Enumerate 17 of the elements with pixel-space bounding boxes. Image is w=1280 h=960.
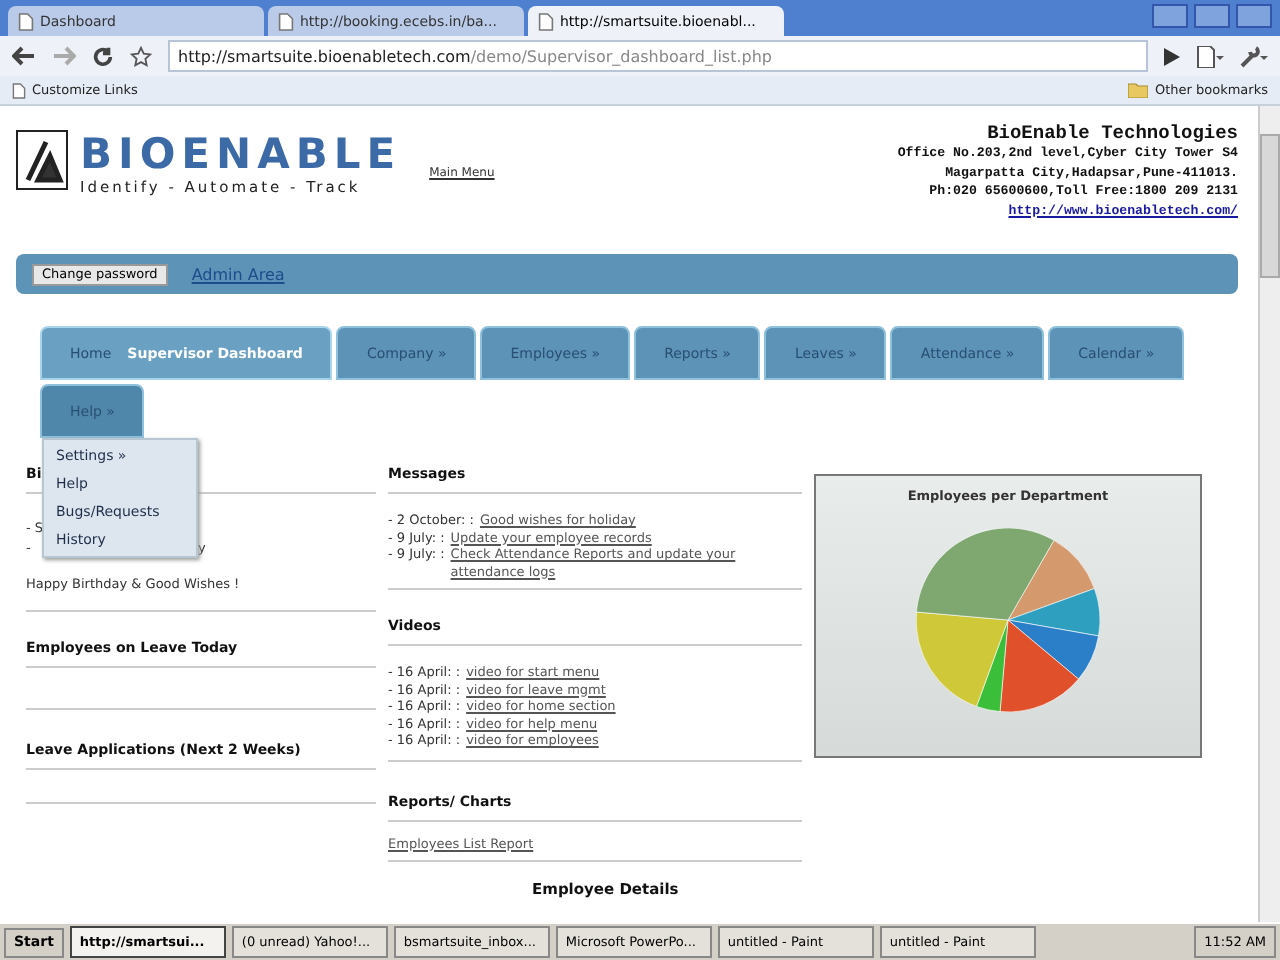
address-field[interactable]: http://smartsuite.bioenabletech.com/demo/Supervisor_dashboard_list.php [168, 40, 1148, 72]
reload-icon[interactable] [92, 45, 114, 67]
logo-icon [16, 130, 68, 190]
page-icon [12, 81, 26, 99]
folder-icon [1128, 82, 1149, 98]
page-icon [278, 11, 294, 31]
page-icon [538, 11, 554, 31]
brand-name: BIOENABLE [80, 130, 402, 178]
company-name: BioEnable Technologies [985, 122, 1238, 144]
back-icon[interactable] [12, 46, 36, 66]
star-icon[interactable] [130, 45, 152, 67]
play-icon[interactable] [1164, 47, 1180, 65]
admin-area-title: Admin Area [191, 265, 285, 283]
page-icon [18, 11, 34, 31]
wrench-icon[interactable] [1240, 45, 1268, 67]
page-menu-icon[interactable] [1196, 45, 1224, 67]
scrollbar[interactable] [1258, 106, 1280, 922]
